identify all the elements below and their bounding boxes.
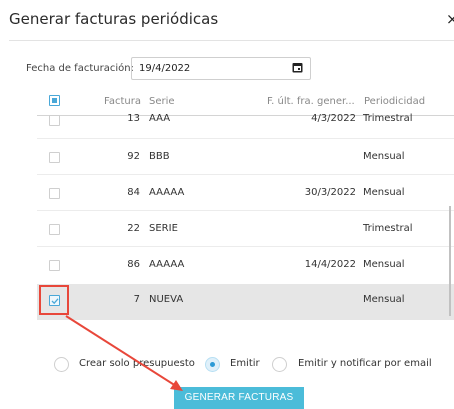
annotation-arrow-icon xyxy=(65,315,183,391)
